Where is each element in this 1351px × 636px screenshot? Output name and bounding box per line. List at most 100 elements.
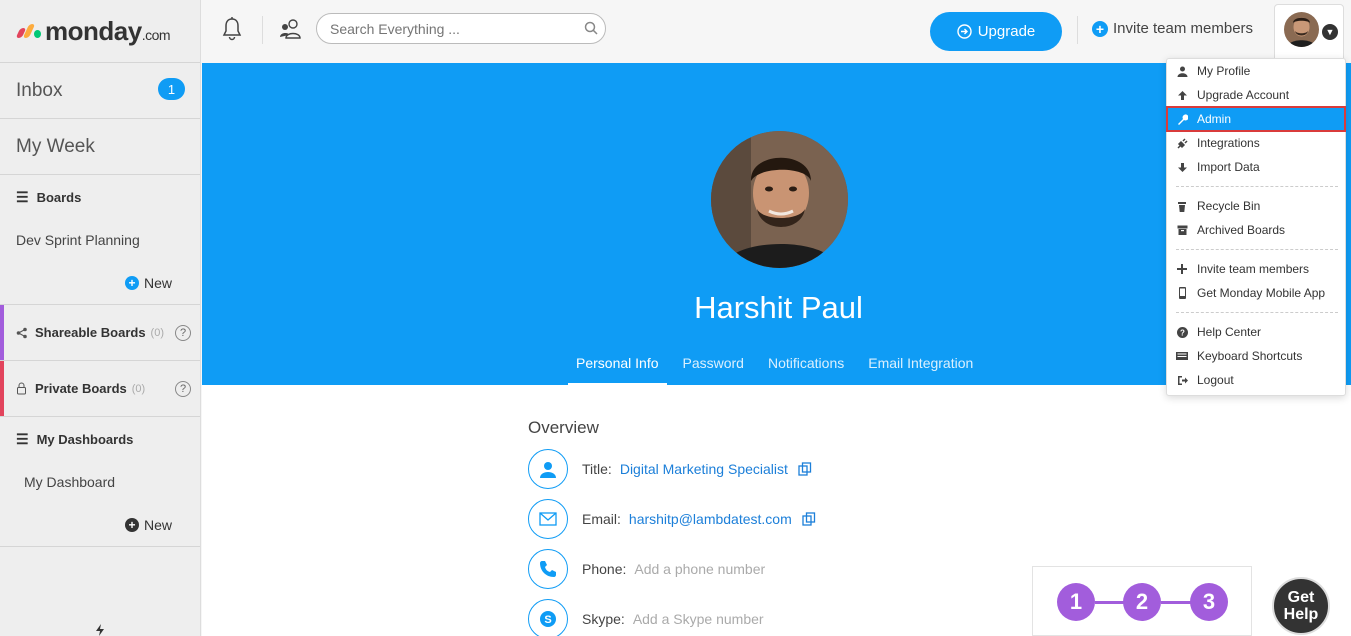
title-label: Title: xyxy=(582,461,612,477)
logout-icon xyxy=(1176,375,1188,386)
skype-input[interactable]: Add a Skype number xyxy=(633,611,764,627)
top-bar: Upgrade + Invite team members ▼ xyxy=(201,0,1351,63)
search-icon[interactable] xyxy=(584,21,598,35)
private-accent xyxy=(0,361,4,416)
menu-item-label: Get Monday Mobile App xyxy=(1197,286,1326,300)
menu-item-integrations[interactable]: Integrations xyxy=(1167,131,1345,155)
menu-item-label: Import Data xyxy=(1197,160,1260,174)
bell-icon[interactable] xyxy=(221,16,243,42)
menu-item-archived-boards[interactable]: Archived Boards xyxy=(1167,218,1345,242)
toolbar-divider xyxy=(1077,16,1078,44)
menu-item-import-data[interactable]: Import Data xyxy=(1167,155,1345,179)
menu-divider xyxy=(1176,249,1338,250)
menu-item-help-center[interactable]: ? Help Center xyxy=(1167,320,1345,344)
plus-circle-icon: + xyxy=(1092,20,1108,37)
sidebar-item-inbox[interactable]: Inbox 1 xyxy=(0,62,200,118)
sidebar: monday.com Inbox 1 My Week ☰ Boards Dev … xyxy=(0,0,201,636)
profile-tabs: Personal Info Password Notifications Ema… xyxy=(568,345,989,386)
new-dashboard-label: New xyxy=(143,516,172,533)
sidebar-item-private-boards[interactable]: Private Boards (0) ? xyxy=(0,360,200,416)
new-dashboard-button[interactable]: + New xyxy=(0,503,200,546)
sidebar-item-my-week[interactable]: My Week xyxy=(0,118,200,174)
stepper-connector xyxy=(1161,601,1191,604)
step-1[interactable]: 1 xyxy=(1057,583,1095,621)
menu-item-label: Admin xyxy=(1197,112,1232,126)
avatar xyxy=(1284,12,1319,47)
menu-item-label: Archived Boards xyxy=(1197,223,1286,237)
invite-team-button[interactable]: + Invite team members xyxy=(1092,20,1253,37)
shareable-count: (0) xyxy=(150,326,164,339)
shareable-accent xyxy=(0,305,4,360)
title-value[interactable]: Digital Marketing Specialist xyxy=(620,461,788,477)
lightning-icon[interactable] xyxy=(94,624,106,636)
boards-header[interactable]: ☰ Boards xyxy=(0,175,200,219)
phone-row: Phone: Add a phone number xyxy=(528,549,765,589)
monday-logo-icon xyxy=(15,24,41,38)
arrow-down-icon xyxy=(1176,162,1188,173)
title-row: Title: Digital Marketing Specialist xyxy=(528,449,812,489)
search-input[interactable] xyxy=(316,13,606,44)
user-icon xyxy=(1176,66,1188,77)
tab-notifications[interactable]: Notifications xyxy=(760,345,852,386)
account-menu-toggle[interactable]: ▼ xyxy=(1274,4,1344,58)
wrench-icon xyxy=(1176,113,1188,125)
board-item-dev-sprint-planning[interactable]: Dev Sprint Planning xyxy=(0,219,200,261)
get-help-button[interactable]: Get Help xyxy=(1272,577,1330,635)
menu-divider xyxy=(1176,312,1338,313)
dashboards-section: ☰ My Dashboards My Dashboard + New xyxy=(0,416,200,547)
menu-item-label: Keyboard Shortcuts xyxy=(1197,349,1303,363)
get-help-label: Get Help xyxy=(1283,589,1319,623)
tab-personal-info[interactable]: Personal Info xyxy=(568,345,667,386)
invite-label: Invite team members xyxy=(1113,20,1254,37)
menu-item-keyboard-shortcuts[interactable]: Keyboard Shortcuts xyxy=(1167,344,1345,368)
trash-icon xyxy=(1176,201,1188,212)
lock-icon xyxy=(17,382,26,395)
plug-icon xyxy=(1176,137,1188,149)
skype-icon: S xyxy=(528,599,568,636)
new-board-button[interactable]: + New xyxy=(0,261,200,304)
menu-item-get-mobile-app[interactable]: Get Monday Mobile App xyxy=(1167,281,1345,305)
phone-input[interactable]: Add a phone number xyxy=(634,561,765,577)
copy-icon[interactable] xyxy=(802,512,816,526)
menu-item-admin[interactable]: Admin xyxy=(1166,106,1346,132)
step-2[interactable]: 2 xyxy=(1123,583,1161,621)
my-week-label: My Week xyxy=(16,135,95,157)
tab-email-integration[interactable]: Email Integration xyxy=(860,345,981,386)
skype-label: Skype: xyxy=(582,611,625,627)
menu-item-label: Logout xyxy=(1197,373,1234,387)
menu-item-label: Integrations xyxy=(1197,136,1260,150)
upgrade-button[interactable]: Upgrade xyxy=(930,12,1062,51)
help-question-icon[interactable]: ? xyxy=(175,324,191,341)
tab-password[interactable]: Password xyxy=(675,345,752,386)
sidebar-item-shareable-boards[interactable]: Shareable Boards (0) ? xyxy=(0,304,200,360)
monday-logo[interactable]: monday.com xyxy=(0,0,200,62)
menu-item-logout[interactable]: Logout xyxy=(1167,368,1345,392)
dashboards-header[interactable]: ☰ My Dashboards xyxy=(0,417,200,461)
account-dropdown-menu: My Profile Upgrade Account Admin Integra… xyxy=(1166,58,1346,396)
help-question-icon[interactable]: ? xyxy=(175,380,191,397)
team-icon[interactable] xyxy=(278,16,304,42)
menu-item-recycle-bin[interactable]: Recycle Bin xyxy=(1167,194,1345,218)
svg-text:S: S xyxy=(544,614,551,626)
email-value[interactable]: harshitp@lambdatest.com xyxy=(629,511,792,527)
menu-item-label: Recycle Bin xyxy=(1197,199,1261,213)
phone-label: Phone: xyxy=(582,561,627,577)
menu-item-invite-team-members[interactable]: Invite team members xyxy=(1167,257,1345,281)
new-board-label: New xyxy=(143,274,172,291)
menu-item-upgrade-account[interactable]: Upgrade Account xyxy=(1167,83,1345,107)
dashboards-header-label: My Dashboards xyxy=(36,431,134,447)
dashboard-item-my-dashboard[interactable]: My Dashboard xyxy=(0,461,200,503)
menu-item-my-profile[interactable]: My Profile xyxy=(1167,59,1345,83)
profile-avatar[interactable] xyxy=(711,131,848,268)
menu-item-label: Upgrade Account xyxy=(1197,88,1290,102)
menu-item-label: Invite team members xyxy=(1197,262,1310,276)
envelope-icon xyxy=(528,499,568,539)
step-3[interactable]: 3 xyxy=(1190,583,1228,621)
user-icon xyxy=(528,449,568,489)
menu-divider xyxy=(1176,186,1338,187)
copy-icon[interactable] xyxy=(798,462,812,476)
boards-header-label: Boards xyxy=(36,189,82,205)
svg-text:?: ? xyxy=(1180,328,1185,337)
menu-item-label: Help Center xyxy=(1197,325,1262,339)
email-row: Email: harshitp@lambdatest.com xyxy=(528,499,816,539)
